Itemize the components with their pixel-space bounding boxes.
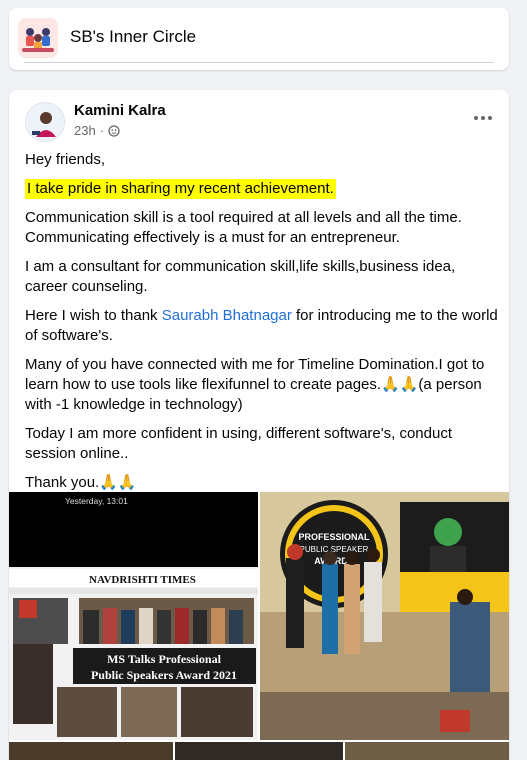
more-options-button[interactable] <box>467 106 499 130</box>
group-name[interactable]: SB's Inner Circle <box>70 27 196 47</box>
post-paragraph-mention: Here I wish to thank Saurabh Bhatnagar f… <box>25 306 500 346</box>
dot-icon <box>474 116 478 120</box>
photo-grid: Yesterday, 13:01 NAVDRISHTI TIMES MS Tal… <box>9 492 509 760</box>
photo-award-stage[interactable]: PROFESSIONAL PUBLIC SPEAKER AWARDS <box>260 492 509 740</box>
post-paragraph: Many of you have connected with me for T… <box>25 356 485 413</box>
award-headline-2: Public Speakers Award 2021 <box>91 668 237 682</box>
photo-thumb[interactable] <box>175 742 343 760</box>
group-avatar[interactable] <box>18 18 58 58</box>
post-paragraph: Communication skill is a tool required a… <box>25 209 462 246</box>
author-avatar[interactable] <box>25 102 65 142</box>
photo-thumb[interactable] <box>9 742 173 760</box>
post-card: Kamini Kalra 23h · Hey friends, I take p… <box>9 90 509 760</box>
post-paragraph: Today I am more confident in using, diff… <box>25 425 452 462</box>
post-highlight-paragraph: I take pride in sharing my recent achiev… <box>25 179 500 199</box>
text-segment: Here I wish to thank <box>25 307 162 324</box>
group-header: SB's Inner Circle <box>0 0 527 80</box>
post-meta: 23h · <box>74 123 120 138</box>
dot-icon <box>488 116 492 120</box>
award-headline-1: MS Talks Professional <box>107 652 221 666</box>
group-people-icon <box>18 18 58 58</box>
group-card: SB's Inner Circle <box>9 8 509 70</box>
photo-thumb[interactable] <box>345 742 509 760</box>
post-greeting: Hey friends, <box>25 151 106 168</box>
post-time[interactable]: 23h <box>74 123 96 138</box>
divider <box>24 62 494 63</box>
banner-line-1: PROFESSIONAL <box>298 532 370 542</box>
mention-link[interactable]: Saurabh Bhatnagar <box>162 307 292 324</box>
meta-separator: · <box>99 123 105 138</box>
author-photo-icon <box>26 103 64 141</box>
post-paragraph: I am a consultant for communication skil… <box>25 258 456 295</box>
photo-timestamp: Yesterday, 13:01 <box>65 496 128 506</box>
photo-newspaper[interactable]: Yesterday, 13:01 NAVDRISHTI TIMES MS Tal… <box>9 492 258 740</box>
post-paragraph: Thank you.🙏🙏 <box>25 474 137 491</box>
dot-icon <box>481 116 485 120</box>
post-body: Hey friends, I take pride in sharing my … <box>25 150 500 502</box>
audience-icon[interactable] <box>108 124 120 137</box>
newspaper-title: NAVDRISHTI TIMES <box>89 574 196 586</box>
author-name[interactable]: Kamini Kalra <box>74 102 166 119</box>
highlighted-text: I take pride in sharing my recent achiev… <box>25 179 336 199</box>
